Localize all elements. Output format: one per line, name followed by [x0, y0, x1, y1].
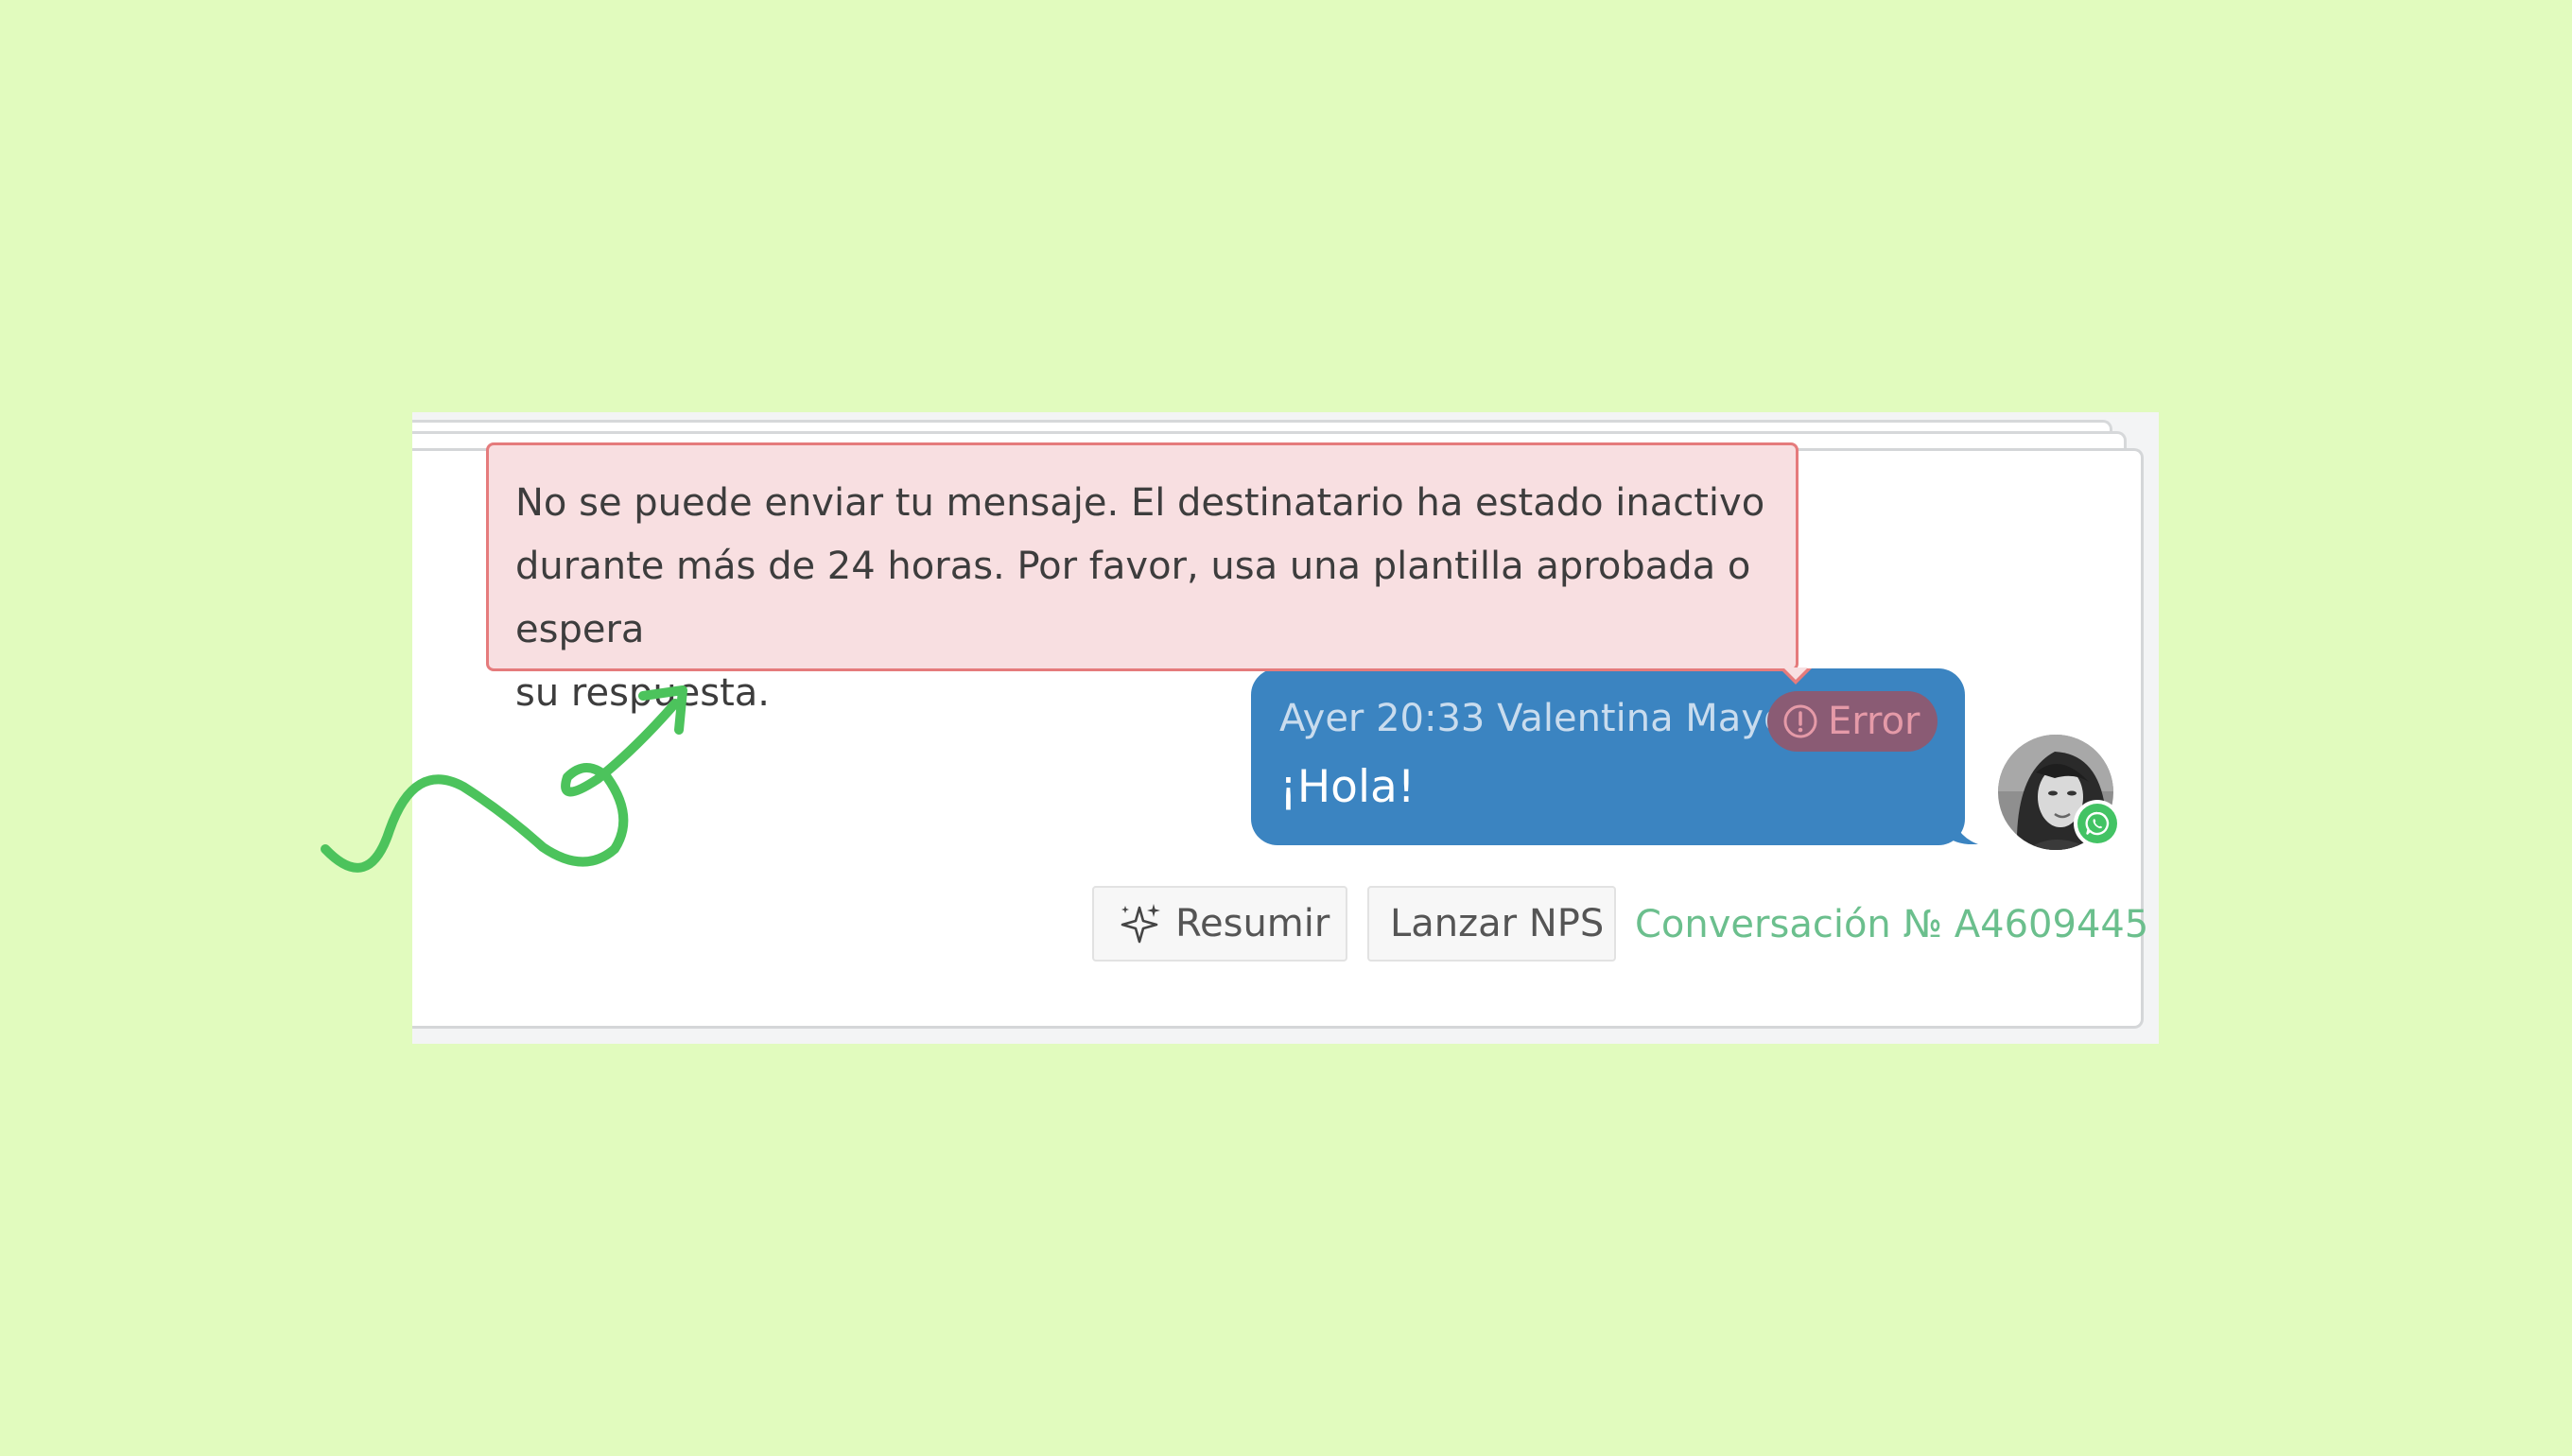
- error-tooltip: No se puede enviar tu mensaje. El destin…: [486, 442, 1799, 715]
- screenshot-canvas: { "error_tooltip": { "line1": "No se pue…: [0, 0, 2572, 1456]
- message-text: ¡Hola!: [1279, 761, 1416, 813]
- sparkles-icon: [1121, 904, 1160, 944]
- annotation-arrow: [321, 685, 687, 873]
- error-status-label: Error: [1828, 700, 1920, 743]
- error-tooltip-line: su respuesta.: [515, 671, 771, 715]
- error-tooltip-line: durante más de 24 horas. Por favor, usa …: [515, 545, 1751, 651]
- error-status-badge[interactable]: Error: [1767, 691, 1938, 752]
- alert-circle-icon: [1783, 704, 1817, 738]
- error-tooltip-line: No se puede enviar tu mensaje. El destin…: [515, 481, 1765, 525]
- launch-nps-button[interactable]: Lanzar NPS: [1367, 886, 1616, 962]
- tooltip-pointer-fill: [1783, 667, 1808, 680]
- summarize-label: Resumir: [1175, 902, 1330, 945]
- summarize-button[interactable]: Resumir: [1092, 886, 1347, 962]
- whatsapp-icon: [2085, 811, 2110, 836]
- conversation-id-link[interactable]: Conversación № A4609445: [1635, 903, 2148, 946]
- launch-nps-label: Lanzar NPS: [1390, 902, 1605, 945]
- channel-badge: [2074, 800, 2121, 847]
